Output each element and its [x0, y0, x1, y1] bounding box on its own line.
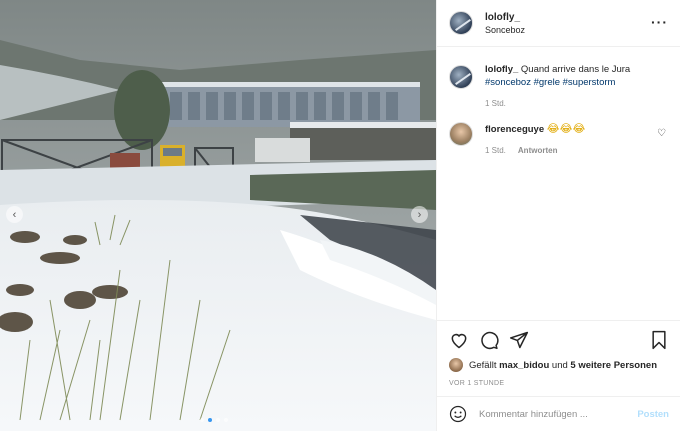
- comment-username[interactable]: florenceguye: [485, 124, 544, 135]
- author-info: lolofly_ Sonceboz: [485, 12, 525, 35]
- likes-summary: Gefällt max_bidou und 5 weitere Personen: [449, 358, 669, 372]
- liker-username[interactable]: max_bidou: [499, 360, 549, 371]
- heart-outline-icon: ♡: [657, 128, 666, 139]
- like-comment-button[interactable]: ♡: [657, 128, 666, 139]
- caption-text: Quand arrive dans le Jura: [520, 64, 631, 75]
- post-date[interactable]: VOR 1 STUNDE: [449, 380, 669, 387]
- chevron-left-icon: ‹: [12, 208, 17, 221]
- more-options-button[interactable]: ···: [651, 14, 668, 30]
- author-username[interactable]: lolofly_: [485, 12, 525, 23]
- post-sidebar: lolofly_ Sonceboz ··· lolofly_ Quand arr…: [436, 0, 680, 431]
- likes-prefix: Gefällt: [469, 359, 497, 371]
- action-icons: [449, 329, 669, 351]
- commenter-avatar[interactable]: [449, 122, 473, 146]
- post-actions: Gefällt max_bidou und 5 weitere Personen…: [437, 320, 680, 387]
- caption-hashtags[interactable]: #sonceboz #grele #superstorm: [485, 77, 615, 88]
- heart-icon[interactable]: [449, 330, 469, 350]
- comment-text: 😂😂😂: [546, 122, 586, 135]
- instagram-post: ‹ › lolofly_ Sonceboz ··· lolofly_ Quand…: [0, 0, 680, 431]
- post-photo[interactable]: ‹ ›: [0, 0, 436, 431]
- carousel-indicator: [200, 418, 228, 422]
- liker-avatar[interactable]: [449, 358, 463, 372]
- caption-username[interactable]: lolofly_: [485, 64, 518, 75]
- caption-meta: 1 Std.: [485, 97, 661, 110]
- comment-input[interactable]: [479, 408, 629, 420]
- carousel-dot-active: [208, 418, 212, 422]
- add-comment-bar: Posten: [437, 396, 680, 431]
- comment-time: 1 Std.: [485, 146, 506, 155]
- post-comment-button[interactable]: Posten: [637, 409, 669, 420]
- hailstorm-photo: [0, 0, 436, 431]
- caption: lolofly_ Quand arrive dans le Jura #sonc…: [449, 63, 668, 110]
- bookmark-icon[interactable]: [649, 330, 669, 350]
- caption-avatar[interactable]: [449, 65, 473, 89]
- comments-section: lolofly_ Quand arrive dans le Jura #sonc…: [437, 47, 680, 157]
- reply-button[interactable]: Antworten: [518, 144, 558, 157]
- author-avatar[interactable]: [449, 11, 473, 35]
- next-photo-button[interactable]: ›: [411, 206, 428, 223]
- comment-icon[interactable]: [479, 330, 499, 350]
- emoji-icon[interactable]: [449, 405, 467, 423]
- carousel-dot: [200, 418, 204, 422]
- share-icon[interactable]: [509, 330, 529, 350]
- caption-time: 1 Std.: [485, 99, 506, 108]
- more-horizontal-icon: ···: [651, 14, 668, 30]
- comment-item: florenceguye 😂😂😂 1 Std. Antworten ♡: [449, 122, 668, 157]
- post-header: lolofly_ Sonceboz ···: [437, 0, 680, 47]
- likes-others[interactable]: 5 weitere Personen: [570, 360, 657, 371]
- likes-middle: und: [551, 359, 568, 371]
- comment-body: florenceguye 😂😂😂 1 Std. Antworten: [485, 122, 661, 157]
- prev-photo-button[interactable]: ‹: [6, 206, 23, 223]
- carousel-dot: [224, 418, 228, 422]
- chevron-right-icon: ›: [417, 208, 422, 221]
- comment-meta: 1 Std. Antworten: [485, 144, 661, 157]
- carousel-dot: [216, 418, 220, 422]
- post-location[interactable]: Sonceboz: [485, 25, 525, 35]
- caption-body: lolofly_ Quand arrive dans le Jura #sonc…: [485, 63, 661, 110]
